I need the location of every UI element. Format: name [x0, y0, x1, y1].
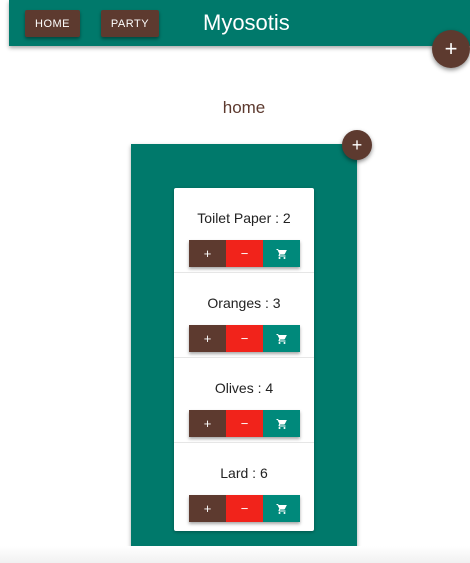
- item-label: Oranges : 3: [207, 295, 281, 311]
- decrement-button[interactable]: −: [226, 495, 263, 522]
- cart-button[interactable]: [263, 240, 300, 267]
- page: HOME PARTY Myosotis + home + Toilet Pape…: [0, 0, 470, 563]
- add-list-button[interactable]: +: [432, 30, 470, 68]
- increment-button[interactable]: +: [189, 495, 226, 522]
- cart-button[interactable]: [263, 325, 300, 352]
- plus-icon: +: [351, 134, 363, 155]
- cart-button[interactable]: [263, 410, 300, 437]
- list-item: Oranges : 3 + −: [174, 273, 314, 358]
- cart-icon: [276, 333, 287, 344]
- item-label: Lard : 6: [220, 465, 268, 481]
- item-label: Olives : 4: [214, 380, 274, 396]
- cart-button[interactable]: [263, 495, 300, 522]
- increment-button[interactable]: +: [189, 410, 226, 437]
- app-title: Myosotis: [203, 10, 290, 35]
- items-card: Toilet Paper : 2 + − Oranges : 3 + − Oli: [174, 188, 314, 531]
- item-controls: + −: [189, 495, 300, 522]
- item-controls: + −: [189, 240, 300, 267]
- item-controls: + −: [189, 325, 300, 352]
- nav-party-button[interactable]: PARTY: [101, 10, 159, 37]
- plus-icon: +: [444, 36, 458, 61]
- list-item: Lard : 6 + −: [174, 443, 314, 528]
- cart-icon: [276, 503, 287, 514]
- nav-home-button[interactable]: HOME: [25, 10, 80, 37]
- list-item: Toilet Paper : 2 + −: [174, 188, 314, 273]
- increment-button[interactable]: +: [189, 325, 226, 352]
- decrement-button[interactable]: −: [226, 410, 263, 437]
- item-label: Toilet Paper : 2: [197, 210, 291, 226]
- list-item: Olives : 4 + −: [174, 358, 314, 443]
- app-bar: HOME PARTY Myosotis: [9, 0, 470, 46]
- decrement-button[interactable]: −: [226, 325, 263, 352]
- increment-button[interactable]: +: [189, 240, 226, 267]
- list-title: home: [222, 98, 266, 117]
- cart-icon: [276, 248, 287, 259]
- item-controls: + −: [189, 410, 300, 437]
- bottom-shadow: [0, 546, 470, 563]
- decrement-button[interactable]: −: [226, 240, 263, 267]
- add-item-button[interactable]: +: [342, 130, 372, 160]
- cart-icon: [276, 418, 287, 429]
